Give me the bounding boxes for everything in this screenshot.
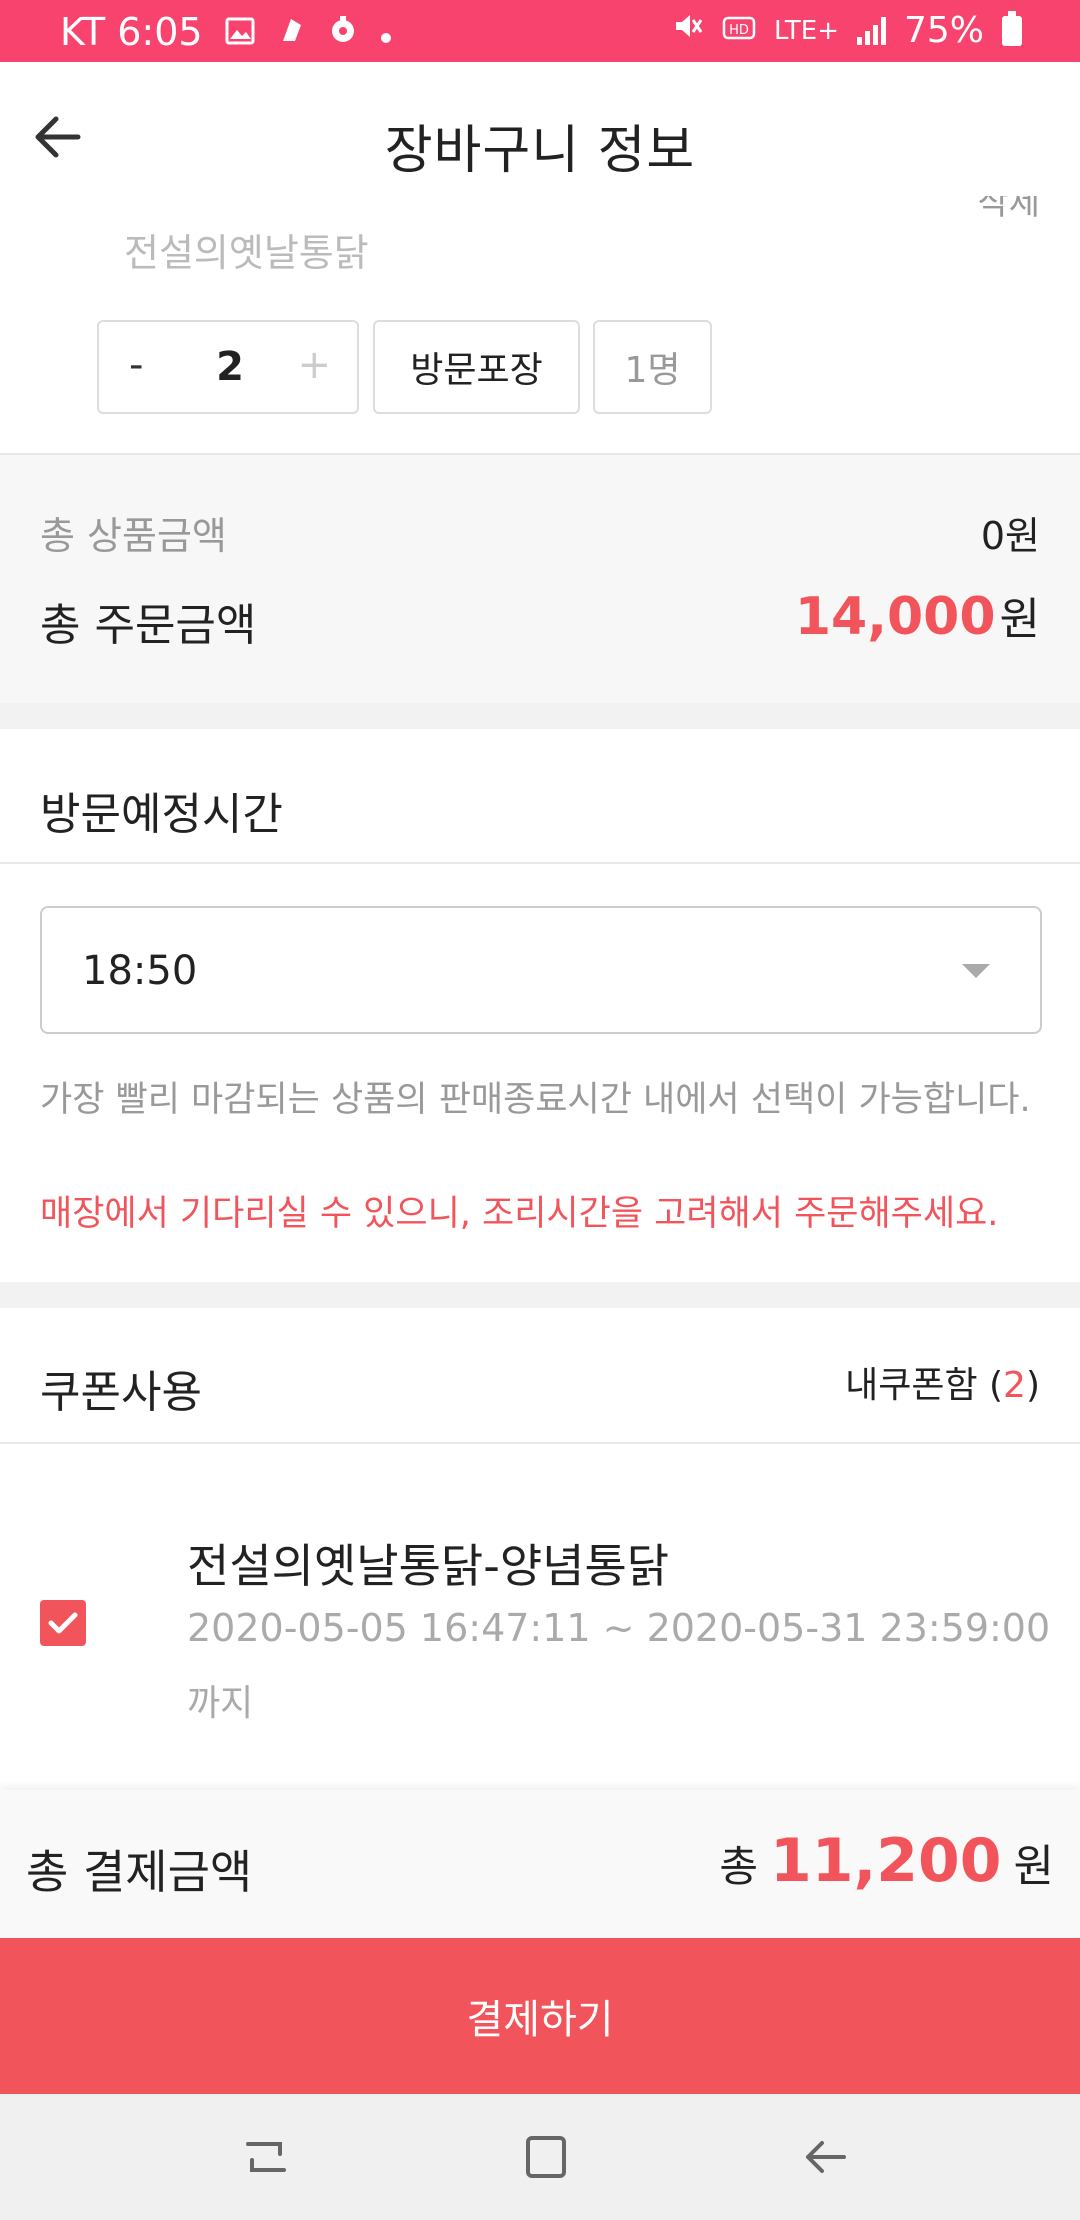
coupon-checkbox[interactable] [40, 1600, 86, 1646]
coupon-item-until: 까지 [187, 1683, 254, 1724]
coupon-box-label: 내쿠폰함 ( [845, 1365, 1004, 1406]
page-title: 장바구니 정보 [384, 121, 696, 181]
totals-section: 총 상품금액 0원 총 주문금액 14,000 원 [0, 455, 1080, 703]
chevron-down-icon [962, 964, 990, 978]
battery-icon [1002, 10, 1022, 46]
coupon-item-period: 2020-05-05 16:47:11 ~ 2020-05-31 23:59:0… [187, 1606, 1051, 1650]
battery-percent: 75% [903, 10, 984, 51]
app-icon [277, 10, 307, 54]
divider [0, 1442, 1080, 1444]
app-header: 장바구니 정보 [0, 62, 1080, 212]
location-icon [329, 10, 357, 54]
home-button[interactable] [516, 2132, 576, 2182]
coupon-count: 2 [1003, 1365, 1026, 1406]
visit-time-select[interactable]: 18:50 [40, 906, 1042, 1034]
image-icon [225, 10, 255, 54]
system-nav-bar [0, 2094, 1080, 2220]
coupon-item-title: 전설의옛날통닭-양념통닭 [187, 1539, 670, 1593]
pickup-option-button[interactable]: 방문포장 [373, 320, 580, 414]
status-bar-right: HD LTE+ 75% [672, 10, 1022, 51]
payment-summary: 총 결제금액 총 11,200 원 [0, 1790, 1080, 1938]
coupon-box-close: ) [1025, 1365, 1040, 1406]
pay-button[interactable]: 결제하기 [0, 1938, 1080, 2094]
visit-time-warning: 매장에서 기다리실 수 있으니, 조리시간을 고려해서 주문해주세요. [40, 1194, 999, 1234]
signal-icon [856, 16, 886, 45]
mute-icon [672, 10, 704, 51]
home-icon [526, 2136, 566, 2178]
product-total-label: 총 상품금액 [40, 514, 227, 558]
divider [0, 862, 1080, 864]
hd-icon: HD [722, 10, 756, 51]
recent-apps-icon [246, 2142, 286, 2172]
payment-total-value: 총 11,200 원 [719, 1826, 1054, 1896]
payment-total-unit: 원 [1013, 1841, 1054, 1892]
people-count-button[interactable]: 1명 [593, 320, 712, 414]
checkmark-icon [48, 1612, 78, 1634]
payment-total-amount: 11,200 [769, 1826, 1002, 1896]
back-icon [806, 2141, 846, 2173]
payment-total-label: 총 결제금액 [26, 1845, 253, 1899]
order-total-label: 총 주문금액 [40, 600, 257, 651]
visit-time-value: 18:50 [82, 948, 198, 994]
payment-total-prefix: 총 [719, 1842, 758, 1891]
status-bar: KT 6:05 HD LTE+ 75% [0, 0, 1080, 62]
increase-button[interactable]: + [297, 342, 331, 388]
svg-text:HD: HD [729, 23, 749, 38]
section-gap [0, 1282, 1080, 1308]
system-back-button[interactable] [796, 2132, 856, 2182]
section-gap [0, 703, 1080, 729]
status-bar-left: KT 6:05 [60, 10, 393, 54]
product-total-value: 0원 [980, 514, 1040, 558]
order-total-value: 14,000 원 [795, 583, 1040, 647]
store-name: 전설의옛날통닭 [124, 231, 369, 275]
order-total-unit: 원 [999, 594, 1040, 645]
visit-time-title: 방문예정시간 [40, 789, 283, 840]
recent-apps-button[interactable] [236, 2132, 296, 2182]
visit-time-info: 가장 빨리 마감되는 상품의 판매종료시간 내에서 선택이 가능합니다. [40, 1080, 1031, 1120]
dot-icon [379, 10, 393, 54]
my-coupon-box-link[interactable]: 내쿠폰함 (2) [845, 1356, 1040, 1408]
delete-link[interactable]: 삭제 [977, 196, 1040, 218]
order-total-amount: 14,000 [794, 587, 996, 647]
carrier-time: KT 6:05 [60, 10, 203, 54]
coupon-section-title: 쿠폰사용 [40, 1367, 202, 1418]
quantity-stepper: - 2 + [97, 320, 359, 414]
network-type: LTE+ [773, 15, 839, 46]
